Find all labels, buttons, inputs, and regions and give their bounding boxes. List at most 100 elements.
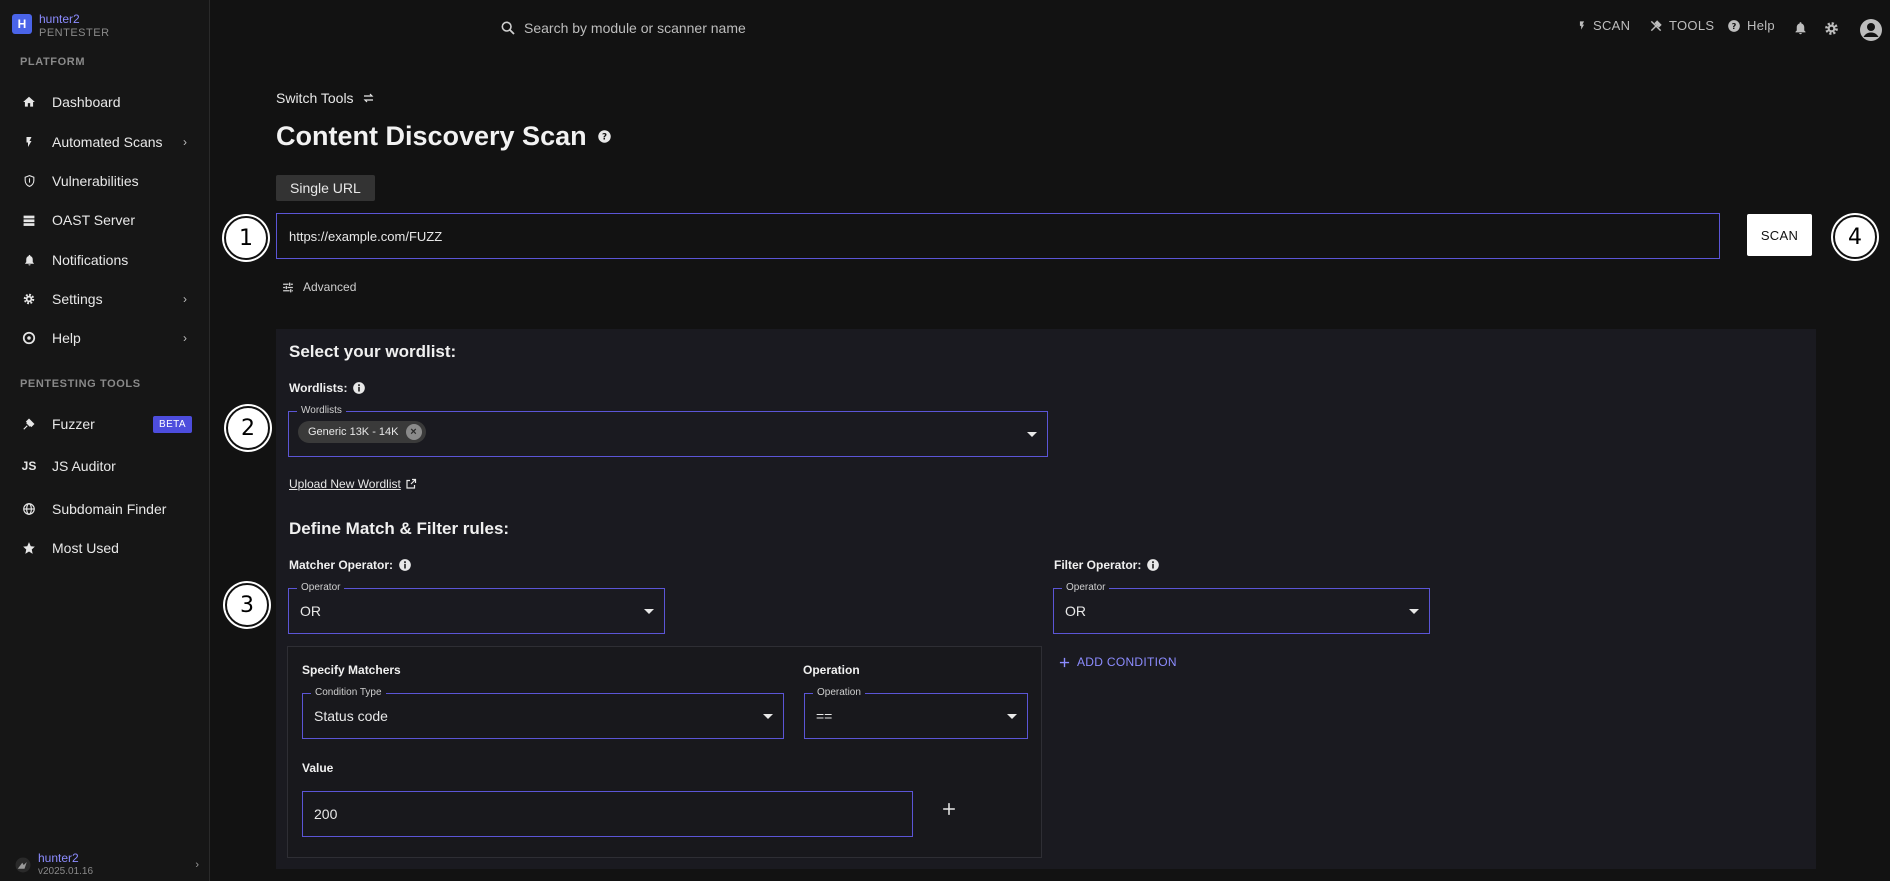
matcher-operator-select[interactable]: Operator OR (288, 582, 665, 634)
js-icon: JS (21, 459, 37, 473)
global-search[interactable]: Search by module or scanner name (500, 20, 746, 36)
notifications-button[interactable] (1793, 20, 1808, 36)
switch-tools-button[interactable]: Switch Tools (276, 90, 375, 106)
add-condition-label: ADD CONDITION (1077, 655, 1177, 669)
sidebar-item-label: Help (52, 330, 81, 346)
upload-wordlist-link[interactable]: Upload New Wordlist (289, 477, 417, 491)
info-icon[interactable] (352, 381, 366, 395)
brand-logo: H (12, 14, 32, 34)
chevron-right-icon: › (183, 135, 187, 149)
sidebar-item-dashboard[interactable]: Dashboard (0, 84, 209, 120)
help-circle-icon[interactable]: ? (597, 129, 612, 144)
step-marker-2: 2 (226, 406, 270, 450)
top-help-button[interactable]: ? Help (1727, 18, 1775, 33)
star-icon (19, 541, 39, 555)
matcher-operator-value: OR (300, 603, 321, 619)
settings-button[interactable] (1823, 20, 1840, 37)
globe-icon (19, 502, 39, 516)
bell-icon (19, 253, 39, 267)
operation-heading: Operation (803, 663, 860, 677)
sidebar-item-fuzzer[interactable]: Fuzzer BETA (0, 406, 209, 442)
condition-type-value: Status code (314, 708, 388, 724)
tune-icon (283, 282, 293, 292)
sidebar-item-label: Most Used (52, 540, 119, 556)
sidebar-item-js-auditor[interactable]: JS JS Auditor (0, 448, 209, 484)
condition-type-select[interactable]: Condition Type Status code (302, 687, 784, 739)
filter-operator-label: Filter Operator: (1054, 558, 1160, 572)
page-title-text: Content Discovery Scan (276, 121, 587, 151)
close-icon[interactable]: × (405, 424, 422, 440)
switch-tools-label: Switch Tools (276, 90, 354, 106)
sidebar-item-subdomain-finder[interactable]: Subdomain Finder (0, 491, 209, 527)
top-tools-label: TOOLS (1669, 18, 1715, 33)
rules-heading: Define Match & Filter rules: (289, 519, 510, 538)
user-footer[interactable]: hunter2 v2025.01.16 › (14, 852, 199, 878)
value-input[interactable]: 200 (302, 791, 913, 837)
account-button[interactable] (1859, 18, 1883, 42)
sidebar-item-label: Fuzzer (52, 416, 95, 432)
sidebar-item-vulnerabilities[interactable]: Vulnerabilities (0, 163, 209, 199)
sidebar-item-label: OAST Server (52, 212, 135, 228)
search-input[interactable]: Search by module or scanner name (524, 20, 746, 36)
filter-operator-select[interactable]: Operator OR (1053, 582, 1430, 634)
gear-icon (19, 292, 39, 306)
chevron-right-icon: › (183, 292, 187, 306)
wordlist-chip-label: Generic 13K - 14K (308, 426, 399, 438)
upload-wordlist-label: Upload New Wordlist (289, 477, 401, 491)
top-scan-button[interactable]: SCAN (1577, 18, 1630, 33)
filter-operator-label-text: Filter Operator: (1054, 558, 1142, 572)
tab-single-url[interactable]: Single URL (276, 175, 375, 201)
fuzzer-icon (19, 417, 39, 431)
lifebuoy-icon (19, 331, 39, 345)
help-circle-icon: ? (1728, 19, 1740, 32)
top-help-label: Help (1747, 18, 1775, 33)
chevron-right-icon: › (195, 859, 199, 871)
wordlists-select[interactable]: Wordlists Generic 13K - 14K × (288, 405, 1048, 457)
shield-icon (19, 174, 39, 188)
add-condition-button[interactable]: ADD CONDITION (1059, 655, 1177, 669)
bell-icon (1795, 22, 1806, 35)
sidebar-item-automated-scans[interactable]: Automated Scans › (0, 124, 209, 160)
sidebar: H hunter2 PENTESTER PLATFORM Dashboard A… (0, 0, 210, 881)
matcher-operator-label: Matcher Operator: (289, 558, 412, 572)
brand[interactable]: H hunter2 PENTESTER (12, 12, 110, 40)
sidebar-item-label: Dashboard (52, 94, 121, 110)
target-url-input[interactable]: https://example.com/FUZZ (276, 213, 1720, 259)
sidebar-item-label: Notifications (52, 252, 129, 268)
sidebar-item-settings[interactable]: Settings › (0, 281, 209, 317)
wordlists-legend: Wordlists (297, 405, 346, 417)
info-icon[interactable] (398, 558, 412, 572)
operation-legend: Operation (813, 687, 865, 699)
wordlist-chip[interactable]: Generic 13K - 14K × (298, 421, 426, 443)
add-value-button[interactable] (939, 796, 959, 822)
bolt-icon (1579, 21, 1585, 30)
operation-select[interactable]: Operation == (804, 687, 1028, 739)
sidebar-item-help[interactable]: Help › (0, 320, 209, 356)
matcher-operator-label-text: Matcher Operator: (289, 558, 394, 572)
step-marker-4: 4 (1833, 215, 1877, 259)
tools-section-label: PENTESTING TOOLS (20, 378, 141, 390)
sidebar-item-label: Vulnerabilities (52, 173, 139, 189)
info-icon[interactable] (1146, 558, 1160, 572)
search-icon (501, 21, 515, 35)
brand-role: PENTESTER (39, 27, 110, 39)
advanced-toggle[interactable]: Advanced (281, 280, 356, 294)
server-icon (19, 214, 39, 227)
footer-username: hunter2 (38, 851, 79, 865)
scan-button[interactable]: SCAN (1747, 214, 1812, 256)
step-marker-3: 3 (225, 583, 269, 627)
sidebar-item-notifications[interactable]: Notifications (0, 242, 209, 278)
sidebar-item-oast-server[interactable]: OAST Server (0, 202, 209, 238)
top-tools-button[interactable]: TOOLS (1649, 18, 1714, 33)
sidebar-item-label: JS Auditor (52, 458, 116, 474)
caret-down-icon (1409, 609, 1419, 614)
gear-icon (1825, 22, 1838, 35)
sidebar-item-most-used[interactable]: Most Used (0, 530, 209, 566)
step-marker-1: 1 (224, 216, 268, 260)
specify-matchers-heading: Specify Matchers (302, 663, 401, 677)
plus-icon (1059, 657, 1070, 667)
wordlists-label-text: Wordlists: (289, 381, 348, 395)
footer-version: v2025.01.16 (38, 866, 94, 877)
caret-down-icon (644, 609, 654, 614)
tools-icon (1650, 19, 1662, 31)
